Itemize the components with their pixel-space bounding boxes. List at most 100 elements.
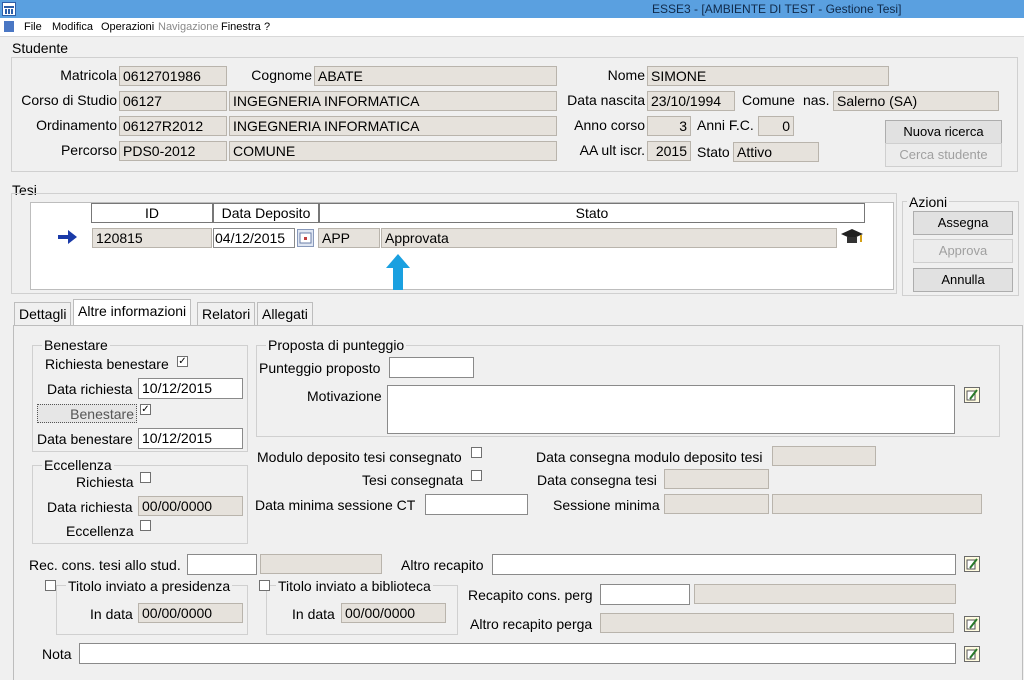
presidenza-checkbox[interactable] (45, 580, 56, 591)
anni-fc-field[interactable]: 0 (758, 116, 794, 136)
data-consegna-modulo-label: Data consegna modulo deposito tesi (536, 449, 763, 465)
calendar-icon[interactable] (297, 229, 314, 247)
matricola-field[interactable]: 0612701986 (119, 66, 227, 86)
comune-label: Comune (742, 92, 795, 108)
assegna-button[interactable]: Assegna (913, 211, 1013, 235)
col-header-stato[interactable]: Stato (319, 203, 865, 223)
altro-recapito-field[interactable] (492, 554, 956, 575)
cerca-studente-button[interactable]: Cerca studente (885, 143, 1002, 167)
cds-label: Corso di Studio (21, 92, 117, 108)
menu-modifica[interactable]: Modifica (52, 19, 93, 35)
tesi-stato-desc-field[interactable]: Approvata (381, 228, 837, 248)
ordinamento-code-field[interactable]: 06127R2012 (119, 116, 227, 136)
graduation-cap-icon[interactable] (839, 226, 865, 248)
benestare-group-title: Benestare (42, 337, 110, 353)
menu-operazioni[interactable]: Operazioni (101, 19, 154, 35)
azioni-group-title: Azioni (907, 194, 950, 210)
motivazione-edit-icon[interactable] (964, 387, 980, 403)
eccellenza-checkbox[interactable] (140, 520, 151, 531)
benestare-data-richiesta-label: Data richiesta (47, 381, 133, 397)
ordinamento-label: Ordinamento (36, 117, 117, 133)
tesi-data-deposito-field[interactable]: 04/12/2015 (213, 228, 295, 248)
cognome-field[interactable]: ABATE (314, 66, 557, 86)
biblioteca-data-field[interactable]: 00/00/0000 (341, 603, 446, 623)
tab-dettagli[interactable]: Dettagli (14, 302, 72, 326)
sessione-minima-code-field[interactable] (664, 494, 769, 514)
anno-corso-label: Anno corso (574, 117, 645, 133)
annulla-button[interactable]: Annulla (913, 268, 1013, 292)
modulo-deposito-label: Modulo deposito tesi consegnato (257, 449, 462, 465)
up-arrow-indicator-icon (386, 254, 410, 290)
biblioteca-checkbox[interactable] (259, 580, 270, 591)
motivazione-field[interactable] (387, 385, 955, 434)
altro-recapito-edit-icon[interactable] (964, 556, 980, 572)
sessione-minima-label: Sessione minima (553, 497, 660, 513)
eccellenza-data-richiesta-field[interactable]: 00/00/0000 (138, 496, 243, 516)
tesi-stato-code-field[interactable]: APP (318, 228, 380, 248)
benestare-checkbox[interactable]: ✓ (140, 404, 151, 415)
menu-file[interactable]: File (24, 19, 42, 35)
tesi-id-field[interactable]: 120815 (92, 228, 212, 248)
nuova-ricerca-button[interactable]: Nuova ricerca (885, 120, 1002, 144)
eccellenza-data-richiesta-label: Data richiesta (47, 499, 133, 515)
approva-button[interactable]: Approva (913, 239, 1013, 263)
presidenza-data-field[interactable]: 00/00/0000 (138, 603, 243, 623)
tesi-consegnata-label: Tesi consegnata (362, 472, 464, 488)
presidenza-in-data-label: In data (90, 606, 133, 622)
benestare-data-richiesta-field[interactable]: 10/12/2015 (138, 378, 243, 399)
recapito-cons-perg-label: Recapito cons. perg (468, 587, 593, 603)
col-header-data-deposito[interactable]: Data Deposito (213, 203, 319, 223)
matricola-label: Matricola (60, 67, 117, 83)
menu-finestra[interactable]: Finestra (221, 19, 261, 35)
col-header-id[interactable]: ID (91, 203, 213, 223)
menu-bar: File Modifica Operazioni Navigazione Fin… (0, 18, 1024, 37)
tab-relatori[interactable]: Relatori (197, 302, 256, 326)
menu-navigazione[interactable]: Navigazione (158, 19, 219, 35)
recapito-cons-perg-code-field[interactable] (600, 584, 690, 605)
rec-cons-tesi-code-field[interactable] (187, 554, 257, 575)
anni-fc-label: Anni F.C. (697, 117, 754, 133)
nota-field[interactable] (79, 643, 956, 664)
altro-recapito-perga-label: Altro recapito perga (470, 616, 593, 632)
data-consegna-modulo-field[interactable] (772, 446, 876, 466)
nome-field[interactable]: SIMONE (647, 66, 889, 86)
benestare-toggle[interactable]: Benestare (37, 404, 137, 423)
altro-recapito-perga-edit-icon[interactable] (964, 616, 980, 632)
cognome-label: Cognome (251, 67, 312, 83)
cds-name-field[interactable]: INGEGNERIA INFORMATICA (229, 91, 557, 111)
comune-field[interactable]: Salerno (SA) (833, 91, 999, 111)
modulo-deposito-checkbox[interactable] (471, 447, 482, 458)
altro-recapito-perga-field[interactable] (600, 613, 954, 633)
benestare-toggle-label: Benestare (70, 406, 134, 422)
menu-help[interactable]: ? (264, 19, 270, 35)
data-consegna-tesi-label: Data consegna tesi (537, 472, 657, 488)
cds-code-field[interactable]: 06127 (119, 91, 227, 111)
eccellenza-richiesta-checkbox[interactable] (140, 472, 151, 483)
aa-ult-iscr-field[interactable]: 2015 (647, 141, 691, 161)
percorso-name-field[interactable]: COMUNE (229, 141, 557, 161)
nota-label: Nota (42, 646, 72, 662)
stato-studente-field[interactable]: Attivo (733, 142, 819, 162)
data-consegna-tesi-field[interactable] (664, 469, 769, 489)
rec-cons-tesi-desc-field[interactable] (260, 554, 382, 574)
ordinamento-name-field[interactable]: INGEGNERIA INFORMATICA (229, 116, 557, 136)
tesi-consegnata-checkbox[interactable] (471, 470, 482, 481)
data-minima-sessione-ct-field[interactable] (425, 494, 528, 515)
presidenza-label: Titolo inviato a presidenza (66, 578, 233, 594)
percorso-code-field[interactable]: PDS0-2012 (119, 141, 227, 161)
nota-edit-icon[interactable] (964, 646, 980, 662)
tab-allegati[interactable]: Allegati (257, 302, 313, 326)
tab-altre-informazioni[interactable]: Altre informazioni (73, 299, 192, 326)
data-minima-sessione-ct-label: Data minima sessione CT (255, 497, 416, 513)
punteggio-proposto-field[interactable] (389, 357, 474, 378)
recapito-cons-perg-desc-field[interactable] (694, 584, 956, 604)
nascita-field[interactable]: 23/10/1994 (647, 91, 735, 111)
richiesta-benestare-checkbox[interactable]: ✓ (177, 356, 188, 367)
studente-group-title: Studente (12, 40, 69, 56)
biblioteca-in-data-label: In data (292, 606, 335, 622)
sessione-minima-desc-field[interactable] (772, 494, 982, 514)
anno-corso-field[interactable]: 3 (647, 116, 691, 136)
nome-label: Nome (607, 67, 645, 83)
data-benestare-field[interactable]: 10/12/2015 (138, 428, 243, 449)
eccellenza-group-title: Eccellenza (42, 457, 114, 473)
